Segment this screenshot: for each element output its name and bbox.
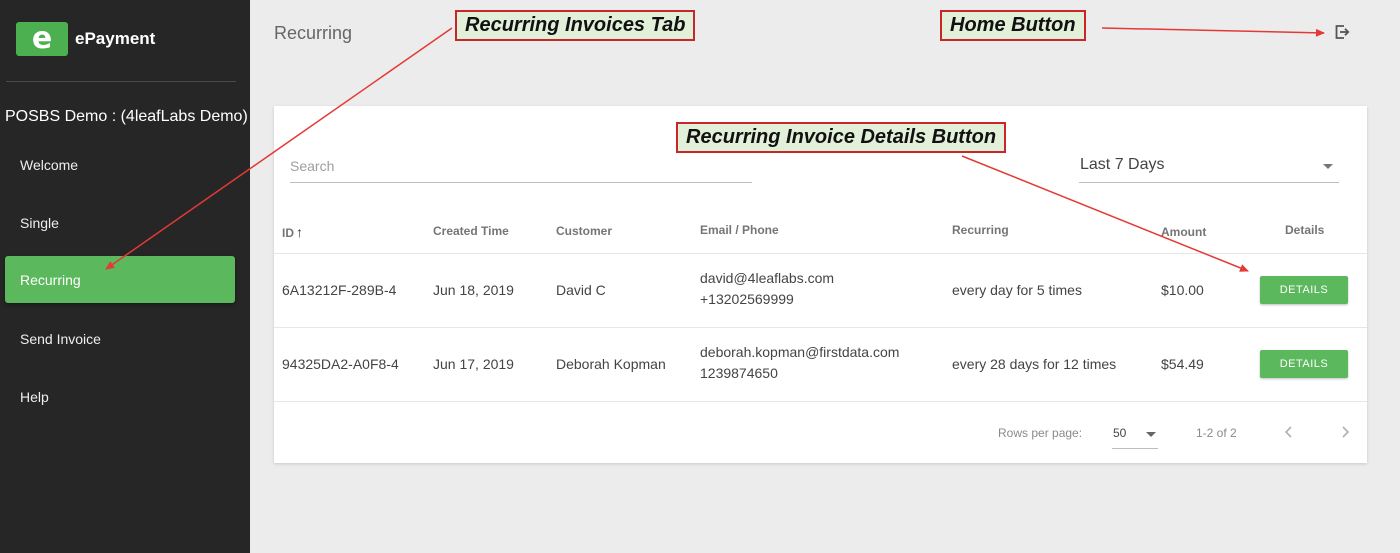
sidebar-item-label: Help (20, 388, 49, 405)
cell-email: deborah.kopman@firstdata.com (700, 344, 900, 360)
next-page-button[interactable] (1334, 420, 1356, 444)
sidebar-item-help[interactable]: Help (5, 373, 235, 420)
sidebar-item-label: Welcome (20, 156, 79, 173)
column-header-customer[interactable]: Customer (556, 224, 612, 238)
column-header-id[interactable]: ID ↑ (282, 224, 303, 240)
app-name: ePayment (75, 29, 156, 48)
annotation-home-button: Home Button (940, 10, 1086, 41)
sidebar-item-recurring[interactable]: Recurring (5, 256, 235, 303)
cell-customer: David C (556, 282, 606, 298)
rows-per-page-select[interactable]: 50 (1112, 422, 1158, 449)
logout-icon (1335, 25, 1350, 39)
cell-phone: 1239874650 (700, 365, 778, 381)
annotation-recurring-tab: Recurring Invoices Tab (455, 10, 696, 41)
cell-amount: $54.49 (1161, 356, 1204, 372)
cell-id: 94325DA2-A0F8-4 (282, 356, 399, 372)
sidebar-item-label: Single (20, 214, 59, 231)
cell-amount: $10.00 (1161, 282, 1204, 298)
search-field[interactable] (290, 154, 752, 183)
date-range-value: Last 7 Days (1080, 156, 1165, 173)
home-button[interactable] (1331, 21, 1353, 43)
app-logo[interactable]: e ePayment (16, 22, 155, 56)
cell-created: Jun 17, 2019 (433, 356, 514, 372)
chevron-left-icon (1284, 426, 1292, 438)
page-range: 1-2 of 2 (1196, 426, 1237, 440)
caret-down-icon (1146, 432, 1156, 437)
cell-recurring: every 28 days for 12 times (952, 356, 1117, 372)
annotation-details-button: Recurring Invoice Details Button (676, 122, 1007, 153)
sidebar-item-send-invoice[interactable]: Send Invoice (5, 315, 235, 362)
details-button[interactable]: DETAILS (1260, 276, 1348, 304)
cell-email: david@4leaflabs.com (700, 270, 835, 286)
column-header-email-phone[interactable]: Email / Phone (700, 223, 779, 237)
rows-per-page-value: 50 (1113, 426, 1127, 440)
row-divider (274, 327, 1367, 328)
search-input[interactable] (290, 154, 752, 178)
row-divider (274, 401, 1367, 402)
date-range-select[interactable]: Last 7 Days (1079, 152, 1339, 183)
annotation-arrow-home-button (1101, 27, 1325, 37)
details-button[interactable]: DETAILS (1260, 350, 1348, 378)
cell-id: 6A13212F-289B-4 (282, 282, 397, 298)
header-divider (274, 253, 1367, 254)
cell-created: Jun 18, 2019 (433, 282, 514, 298)
recurring-invoices-card: Last 7 Days ID↑ Created Time Customer Em… (274, 106, 1367, 463)
cell-recurring: every day for 5 times (952, 282, 1082, 298)
cell-customer: Deborah Kopman (556, 356, 666, 372)
sidebar-divider (6, 81, 236, 82)
rows-per-page-label: Rows per page: (998, 426, 1083, 440)
chevron-right-icon (1342, 426, 1350, 438)
sidebar-item-single[interactable]: Single (5, 199, 235, 246)
sidebar-item-welcome[interactable]: Welcome (5, 141, 235, 188)
sidebar-item-label: Recurring (20, 271, 81, 288)
logo-badge: e (16, 22, 68, 56)
column-header-created-time[interactable]: Created Time (433, 224, 509, 238)
sidebar: e ePayment POSBS Demo : (4leafLabs Demo)… (0, 0, 250, 553)
merchant-name: POSBS Demo : (4leafLabs Demo) (5, 108, 248, 125)
cell-phone: +13202569999 (700, 291, 794, 307)
caret-down-icon (1323, 164, 1333, 169)
sidebar-item-label: Send Invoice (20, 330, 101, 347)
column-header-amount[interactable]: Amount (1161, 225, 1206, 239)
page-title: Recurring (274, 23, 353, 43)
column-header-details: Details (1285, 223, 1325, 237)
previous-page-button[interactable] (1278, 420, 1300, 444)
column-header-recurring[interactable]: Recurring (952, 223, 1009, 237)
sort-arrow-up-icon: ↑ (296, 224, 303, 240)
